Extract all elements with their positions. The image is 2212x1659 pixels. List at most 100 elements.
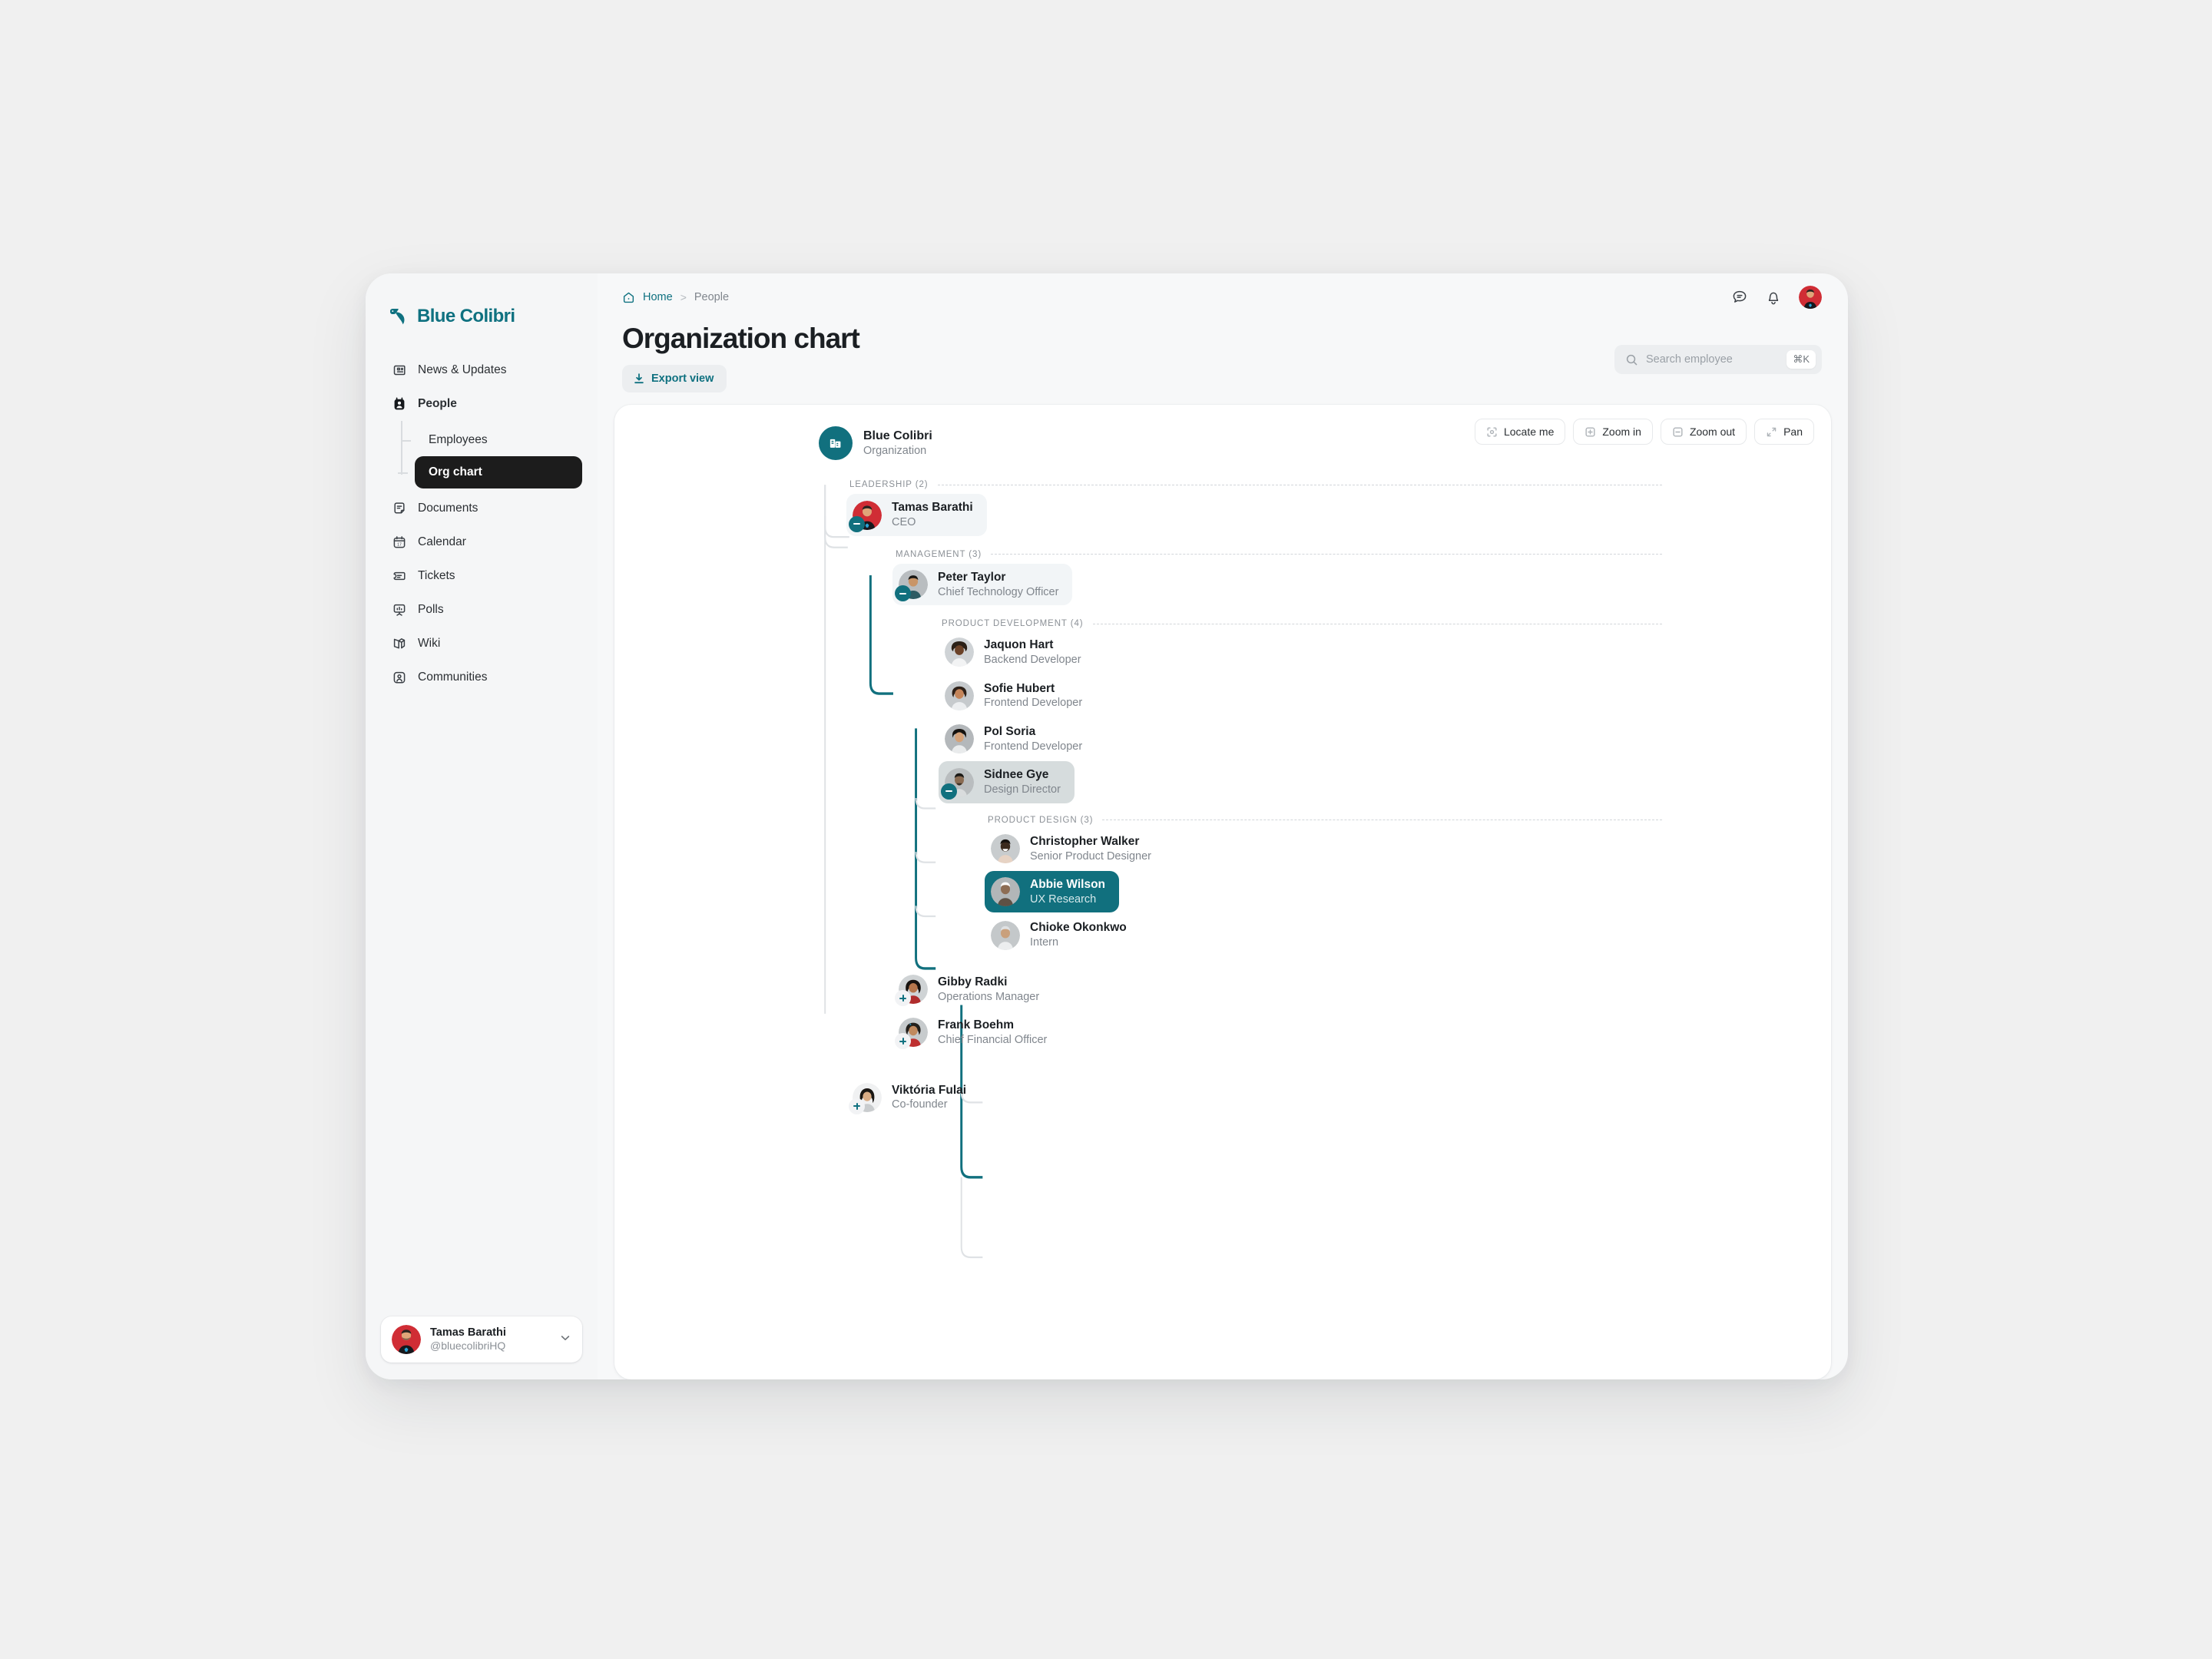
expand-toggle-icon[interactable]	[849, 1098, 865, 1114]
sidebar-subitem-label: Org chart	[429, 465, 482, 478]
org-node-text: Chioke Okonkwo Intern	[1030, 920, 1127, 949]
breadcrumb-current: People	[694, 291, 730, 303]
locate-me-label: Locate me	[1503, 426, 1555, 439]
sidebar-item-wiki[interactable]: Wiki	[381, 627, 582, 661]
org-node-pol-soria[interactable]: Pol Soria Frontend Developer	[939, 718, 1096, 760]
org-node-text: Tamas Barathi CEO	[892, 500, 973, 529]
org-node-sidnee-gye[interactable]: Sidnee Gye Design Director	[939, 761, 1075, 803]
person-role: UX Research	[1030, 892, 1097, 906]
ticket-icon	[392, 568, 407, 584]
group-label: PRODUCT DESIGN (3)	[988, 815, 1094, 825]
user-handle: @bluecolibriHQ	[430, 1339, 506, 1353]
sidebar-item-org-chart[interactable]: Org chart	[398, 456, 582, 488]
collapse-toggle-icon[interactable]	[895, 585, 911, 601]
person-role: Frontend Developer	[984, 740, 1083, 753]
brand-name: Blue Colibri	[417, 306, 515, 326]
zoom-out-button[interactable]: Zoom out	[1660, 419, 1747, 445]
person-name: Gibby Radki	[938, 975, 1008, 988]
person-role: Co-founder	[892, 1098, 948, 1111]
person-name: Peter Taylor	[938, 570, 1006, 584]
minus-square-icon	[1672, 426, 1684, 438]
user-name: Tamas Barathi	[430, 1326, 506, 1339]
sidebar-user-card[interactable]: Tamas Barathi @bluecolibriHQ	[381, 1316, 582, 1363]
avatar-image	[991, 833, 1020, 863]
org-node-text: Christopher Walker Senior Product Design…	[1030, 834, 1151, 863]
sidebar-item-documents[interactable]: Documents	[381, 492, 582, 525]
chart-toolbar: Locate me Zoom in Zoom out Pan	[1474, 419, 1814, 445]
org-node-christopher-walker[interactable]: Christopher Walker Senior Product Design…	[985, 828, 1165, 869]
search-input[interactable]	[1646, 353, 1780, 366]
org-node-tamas-barathi[interactable]: Tamas Barathi CEO	[846, 494, 987, 536]
collapse-toggle-icon[interactable]	[941, 783, 957, 800]
avatar	[941, 767, 974, 800]
sidebar-item-news-updates[interactable]: News & Updates	[381, 353, 582, 387]
export-view-button[interactable]: Export view	[622, 365, 727, 393]
sidebar-item-people[interactable]: People	[381, 387, 582, 421]
org-node-viktoria-fulai[interactable]: Viktória Fulai Co-founder	[846, 1077, 980, 1118]
brand-logo[interactable]: Blue Colibri	[381, 300, 582, 330]
org-node-sofie-hubert[interactable]: Sofie Hubert Frontend Developer	[939, 675, 1096, 717]
avatar	[945, 680, 974, 710]
org-node-chioke-okonkwo[interactable]: Chioke Okonkwo Intern	[985, 914, 1141, 955]
org-node-text: Pol Soria Frontend Developer	[984, 724, 1082, 753]
org-node-frank-boehm[interactable]: Frank Boehm Chief Financial Officer	[892, 1012, 1061, 1053]
avatar	[392, 1325, 421, 1354]
org-root-name: Blue Colibri	[863, 429, 932, 442]
expand-toggle-icon[interactable]	[895, 1033, 911, 1050]
pan-button[interactable]: Pan	[1754, 419, 1814, 445]
sidebar-item-communities[interactable]: Communities	[381, 661, 582, 694]
org-node-abbie-wilson[interactable]: Abbie Wilson UX Research	[985, 871, 1120, 913]
org-node-text: Sidnee Gye Design Director	[984, 767, 1061, 796]
avatar	[895, 1018, 928, 1050]
sidebar-item-tickets[interactable]: Tickets	[381, 559, 582, 593]
user-avatar[interactable]	[1799, 286, 1822, 309]
person-name: Viktória Fulai	[892, 1083, 967, 1097]
person-role: Operations Manager	[938, 990, 1040, 1003]
sidebar-item-calendar[interactable]: 17 Calendar	[381, 525, 582, 559]
person-role: Design Director	[984, 783, 1061, 796]
search-employee-box[interactable]: ⌘K	[1614, 345, 1822, 374]
expand-toggle-icon[interactable]	[895, 990, 911, 1006]
chevron-down-icon[interactable]	[559, 1332, 571, 1348]
avatar	[895, 570, 928, 601]
person-name: Tamas Barathi	[892, 501, 973, 515]
news-icon	[392, 363, 407, 378]
sidebar-item-polls[interactable]: Polls	[381, 593, 582, 627]
avatar	[991, 920, 1020, 950]
page-header: Organization chart Export view ⌘K	[598, 321, 1848, 393]
sidebar-item-employees[interactable]: Employees	[401, 424, 582, 456]
breadcrumb-home[interactable]: Home	[643, 291, 673, 303]
avatar	[849, 500, 882, 532]
zoom-in-button[interactable]: Zoom in	[1573, 419, 1653, 445]
person-role: Chief Technology Officer	[938, 585, 1059, 598]
org-node-jaquon-hart[interactable]: Jaquon Hart Backend Developer	[939, 631, 1095, 673]
locate-me-button[interactable]: Locate me	[1474, 419, 1566, 445]
plus-square-icon	[1584, 426, 1596, 438]
zoom-in-label: Zoom in	[1602, 426, 1641, 439]
group-divider	[991, 554, 1662, 555]
person-name: Pol Soria	[984, 724, 1036, 738]
collapse-toggle-icon[interactable]	[849, 515, 865, 532]
people-icon	[392, 396, 407, 412]
avatar-image	[991, 877, 1020, 907]
person-name: Frank Boehm	[938, 1018, 1015, 1032]
documents-icon	[392, 501, 407, 516]
sidebar-item-label: News & Updates	[418, 363, 507, 376]
group-label: MANAGEMENT (3)	[896, 549, 982, 559]
org-root-text: Blue Colibri Organization	[863, 429, 932, 459]
person-name: Chioke Okonkwo	[1030, 921, 1127, 935]
avatar	[991, 877, 1020, 907]
org-node-text: Peter Taylor Chief Technology Officer	[938, 570, 1058, 599]
building-icon	[819, 426, 853, 461]
sidebar: Blue Colibri News & Updates People Emplo…	[366, 273, 598, 1379]
app-window: Blue Colibri News & Updates People Emplo…	[366, 273, 1848, 1379]
topbar-actions	[1731, 286, 1822, 309]
org-node-peter-taylor[interactable]: Peter Taylor Chief Technology Officer	[892, 563, 1073, 606]
notifications-bell-icon[interactable]	[1765, 289, 1782, 306]
person-role: Frontend Developer	[984, 697, 1083, 710]
sidebar-item-label: Calendar	[418, 535, 466, 548]
messages-icon[interactable]	[1731, 289, 1748, 306]
home-icon[interactable]	[622, 291, 635, 304]
org-node-gibby-radki[interactable]: Gibby Radki Operations Manager	[892, 969, 1053, 1010]
org-chart-canvas[interactable]: Locate me Zoom in Zoom out Pan Blue Coli…	[614, 405, 1831, 1379]
